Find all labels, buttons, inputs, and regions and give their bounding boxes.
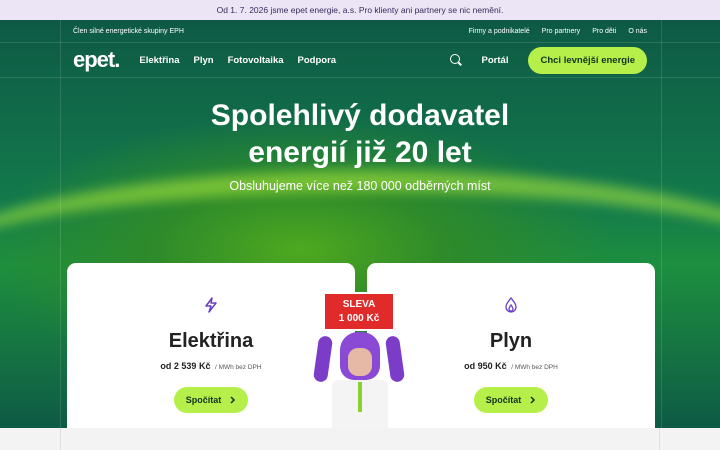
portal-link[interactable]: Portál [482, 55, 509, 66]
hero-heading: Spolehlivý dodavatel energií již 20 let [0, 97, 720, 171]
flame-icon [505, 296, 517, 313]
gas-price: od 950 Kč / MWh bez DPH [367, 361, 655, 371]
cheaper-energy-button[interactable]: Chci levnější energie [528, 46, 647, 74]
lightning-icon [205, 297, 217, 313]
nav-photovoltaics[interactable]: Fotovoltaika [228, 55, 284, 66]
electricity-card: Elektřina od 2 539 Kč / MWh bez DPH Spoč… [67, 263, 355, 428]
nav-support[interactable]: Podpora [298, 55, 337, 66]
link-business[interactable]: Firmy a podnikatelé [469, 28, 530, 35]
announcement-text: Od 1. 7. 2026 jsme epet energie, a.s. Pr… [216, 5, 504, 15]
nav-gas[interactable]: Plyn [194, 55, 214, 66]
top-utility-bar: Člen silné energetické skupiny EPH Firmy… [0, 20, 720, 42]
chevron-right-icon [530, 396, 536, 404]
electricity-price: od 2 539 Kč / MWh bez DPH [67, 361, 355, 371]
announcement-bar: Od 1. 7. 2026 jsme epet energie, a.s. Pr… [0, 0, 720, 20]
gas-card: Plyn od 950 Kč / MWh bez DPH Spočítat [367, 263, 655, 428]
hero-subtitle: Obsluhujeme více než 180 000 odběrných m… [229, 179, 491, 193]
mascot-left-arm [312, 335, 334, 383]
page-bottom-strip [60, 428, 660, 450]
nav-links: Elektřina Plyn Fotovoltaika Podpora [139, 55, 336, 66]
gas-price-value: od 950 Kč [464, 361, 507, 371]
group-membership-text: Člen silné energetické skupiny EPH [73, 27, 184, 35]
discount-sign-line1: SLEVA [342, 299, 376, 310]
utility-links: Firmy a podnikatelé Pro partnery Pro dět… [469, 28, 647, 35]
electricity-calculate-button[interactable]: Spočítat [173, 387, 249, 413]
link-about[interactable]: O nás [628, 28, 647, 35]
link-partners[interactable]: Pro partnery [542, 28, 581, 35]
electricity-title: Elektřina [168, 330, 254, 352]
main-navigation: epet. Elektřina Plyn Fotovoltaika Podpor… [0, 42, 720, 78]
calculate-label: Spočítat [185, 395, 222, 405]
mascot-right-arm [384, 335, 406, 383]
mascot-tie [358, 382, 362, 412]
gas-title: Plyn [489, 330, 533, 352]
mascot-face [348, 348, 372, 376]
discount-sign: SLEVA 1 000 Kč [323, 292, 395, 331]
epet-logo[interactable]: epet. [73, 47, 120, 73]
discount-sign-line2: 1 000 Kč [338, 313, 380, 324]
chevron-right-icon [230, 396, 236, 404]
nav-actions: Portál Chci levnější energie [449, 46, 647, 74]
mascot-shirt [332, 380, 388, 428]
calculate-label: Spočítat [485, 395, 522, 405]
link-kids[interactable]: Pro děti [592, 28, 616, 35]
hero-heading-line2: energií již 20 let [248, 136, 472, 169]
gorilla-mascot: SLEVA 1 000 Kč [312, 292, 406, 428]
mascot-head [340, 332, 380, 380]
hero-section: Člen silné energetické skupiny EPH Firmy… [0, 20, 720, 428]
electricity-price-unit: / MWh bez DPH [214, 364, 262, 371]
hero-heading-line1: Spolehlivý dodavatel [210, 99, 510, 132]
search-icon[interactable] [449, 54, 462, 66]
gas-calculate-button[interactable]: Spočítat [473, 387, 549, 413]
electricity-price-value: od 2 539 Kč [160, 361, 211, 371]
gas-price-unit: / MWh bez DPH [511, 364, 558, 371]
nav-electricity[interactable]: Elektřina [139, 55, 179, 66]
